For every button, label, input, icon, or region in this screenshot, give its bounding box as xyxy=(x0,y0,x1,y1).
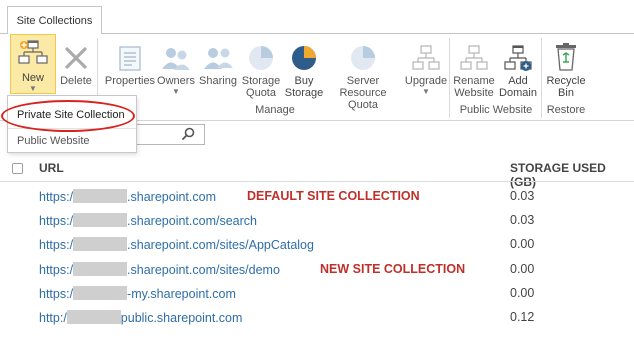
server-resource-quota-button[interactable]: Server Resource Quota xyxy=(325,34,401,111)
storage-used-value: 0.03 xyxy=(510,189,535,203)
owners-icon xyxy=(161,40,191,72)
chevron-down-icon: ▼ xyxy=(422,87,430,96)
select-all-checkbox[interactable] xyxy=(12,163,23,174)
delete-icon xyxy=(62,40,90,72)
new-button-label: New xyxy=(21,72,44,84)
add-domain-button[interactable]: Add Domain xyxy=(497,34,539,99)
table-row[interactable]: http:/public.sharepoint.com 0.12 xyxy=(0,310,634,330)
site-url-link[interactable]: https:/.sharepoint.com xyxy=(39,189,216,204)
chevron-down-icon: ▼ xyxy=(29,84,37,93)
annotation-label: NEW SITE COLLECTION xyxy=(320,262,466,276)
new-button[interactable]: New ▼ xyxy=(10,34,56,94)
table-row[interactable]: https:/.sharepoint.com DEFAULT SITE COLL… xyxy=(0,189,634,209)
group-label-restore: Restore xyxy=(546,104,586,116)
storage-used-value: 0.03 xyxy=(510,213,535,227)
table-row[interactable]: https:/-my.sharepoint.com 0.00 xyxy=(0,286,634,306)
new-site-icon xyxy=(18,39,48,69)
add-domain-icon xyxy=(504,40,532,72)
redacted-block xyxy=(73,189,128,203)
annotation-label: DEFAULT SITE COLLECTION xyxy=(247,189,420,203)
pie-chart-icon xyxy=(349,40,377,72)
rename-website-button[interactable]: Rename Website xyxy=(453,34,495,99)
site-url-link[interactable]: https:/.sharepoint.com/search xyxy=(39,213,257,228)
storage-used-value: 0.00 xyxy=(510,237,535,251)
pie-chart-icon xyxy=(290,40,318,72)
add-domain-button-label: Add Domain xyxy=(499,75,537,99)
menu-item-public-website[interactable]: Public Website xyxy=(17,135,90,147)
properties-button[interactable]: Properties xyxy=(104,34,156,87)
storage-quota-button-label: Storage Quota xyxy=(241,75,281,99)
highlight-annotation-ring xyxy=(1,100,135,132)
owners-button[interactable]: Owners ▼ xyxy=(157,34,195,96)
table-row[interactable]: https:/.sharepoint.com/search 0.03 xyxy=(0,213,634,233)
buy-storage-button-label: Buy Storage xyxy=(284,75,324,99)
recycle-bin-icon xyxy=(553,40,579,72)
upgrade-icon xyxy=(412,40,440,72)
site-url-link[interactable]: http:/public.sharepoint.com xyxy=(39,310,242,325)
site-url-link[interactable]: https:/.sharepoint.com/sites/demo xyxy=(39,262,280,277)
redacted-block xyxy=(73,237,128,251)
redacted-block xyxy=(66,310,121,324)
column-header-storage-used[interactable]: STORAGE USED (GB) xyxy=(510,161,634,189)
rename-website-icon xyxy=(460,40,488,72)
pie-chart-icon xyxy=(247,40,275,72)
search-icon[interactable] xyxy=(180,126,196,142)
table-row[interactable]: https:/.sharepoint.com/sites/demo NEW SI… xyxy=(0,262,634,282)
owners-button-label: Owners xyxy=(157,75,195,87)
recycle-bin-button[interactable]: Recycle Bin xyxy=(546,34,586,99)
group-label-public-website: Public Website xyxy=(459,104,533,116)
delete-button[interactable]: Delete xyxy=(58,34,94,87)
sharing-button-label: Sharing xyxy=(199,75,237,87)
storage-quota-button[interactable]: Storage Quota xyxy=(240,34,282,99)
sharing-icon xyxy=(203,40,233,72)
storage-used-value: 0.00 xyxy=(510,262,535,276)
buy-storage-button[interactable]: Buy Storage xyxy=(284,34,324,99)
redacted-block xyxy=(73,286,128,300)
upgrade-button[interactable]: Upgrade ▼ xyxy=(405,34,447,96)
redacted-block xyxy=(73,262,128,276)
tab-site-collections[interactable]: Site Collections xyxy=(7,6,102,34)
rename-website-button-label: Rename Website xyxy=(453,75,495,99)
storage-used-value: 0.12 xyxy=(510,310,535,324)
server-resource-quota-button-label: Server Resource Quota xyxy=(339,75,387,111)
header-divider xyxy=(0,181,634,182)
sharing-button[interactable]: Sharing xyxy=(198,34,238,87)
group-label-manage: Manage xyxy=(255,104,295,116)
delete-button-label: Delete xyxy=(60,75,92,87)
recycle-bin-button-label: Recycle Bin xyxy=(546,75,586,99)
storage-used-value: 0.00 xyxy=(510,286,535,300)
column-header-url[interactable]: URL xyxy=(39,161,64,175)
site-url-link[interactable]: https:/-my.sharepoint.com xyxy=(39,286,236,301)
redacted-block xyxy=(73,213,128,227)
upgrade-button-label: Upgrade xyxy=(404,75,448,87)
properties-button-label: Properties xyxy=(104,75,156,87)
table-row[interactable]: https:/.sharepoint.com/sites/AppCatalog … xyxy=(0,237,634,257)
chevron-down-icon: ▼ xyxy=(172,87,180,96)
properties-icon xyxy=(116,40,144,72)
site-url-link[interactable]: https:/.sharepoint.com/sites/AppCatalog xyxy=(39,237,314,252)
group-separator xyxy=(449,38,450,118)
